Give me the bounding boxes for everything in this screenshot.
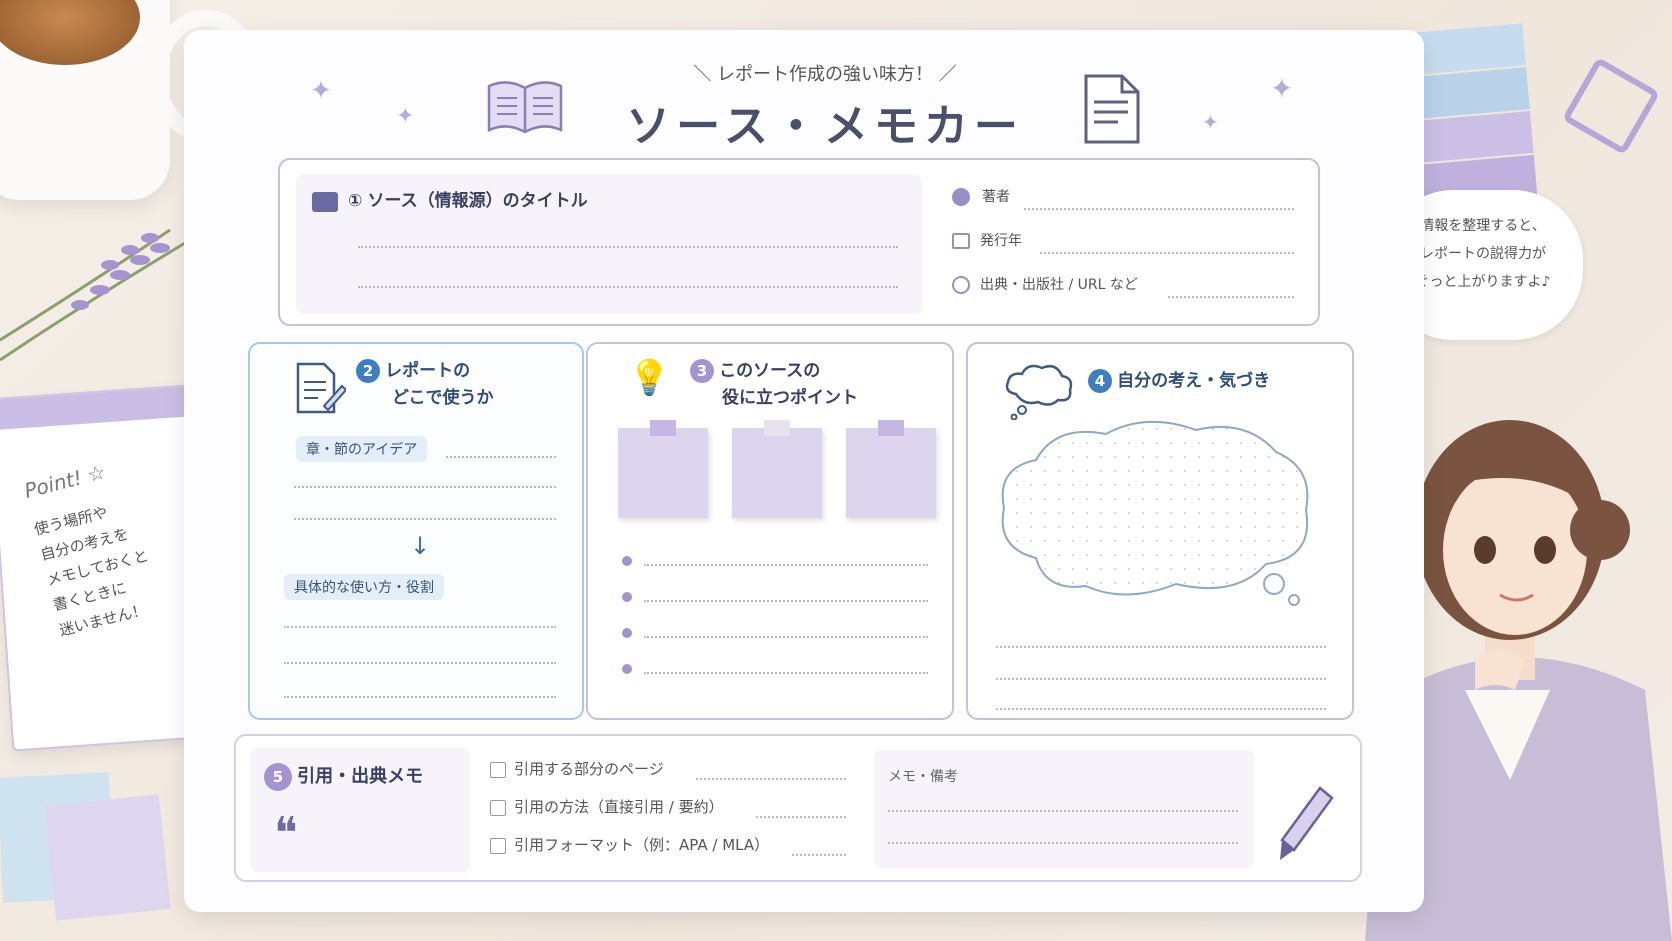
- format-line[interactable]: [792, 854, 846, 856]
- section2-label-line2: どこで使うか: [392, 388, 494, 408]
- method-line[interactable]: [756, 816, 846, 818]
- chapter-line-2[interactable]: [294, 486, 556, 488]
- sparkle-icon: ✦: [310, 76, 332, 106]
- sticky-note[interactable]: [732, 420, 822, 518]
- usage-line-3[interactable]: [284, 696, 556, 698]
- section5-num: 5: [264, 763, 292, 791]
- calendar-icon: [952, 232, 970, 249]
- usage-line-2[interactable]: [284, 662, 556, 664]
- publisher-field[interactable]: 出典・出版社 / URL など: [952, 274, 1302, 298]
- thought-line-3[interactable]: [996, 708, 1326, 710]
- sticky-note[interactable]: [846, 420, 936, 518]
- lightbulb-icon: 💡: [628, 358, 671, 398]
- section5-label: 引用・出典メモ: [297, 766, 424, 787]
- bullet: [622, 592, 632, 602]
- section3-heading: 3 このソースの 役に立つポイント: [690, 356, 858, 408]
- pen-icon: [1280, 786, 1334, 860]
- section5-heading: 5 引用・出典メモ: [264, 762, 423, 791]
- author-label: 著者: [982, 189, 1010, 205]
- sparkle-icon: ✦: [396, 104, 415, 129]
- checkbox[interactable]: [490, 761, 506, 778]
- sparkle-icon: ✦: [1270, 72, 1294, 105]
- section2-label-line1: レポートの: [385, 361, 471, 381]
- section1-num: ①: [348, 191, 363, 211]
- citation-heading-panel: 5 引用・出典メモ ❝: [250, 748, 470, 872]
- sticky-note-lilac: [44, 794, 171, 921]
- person-icon: [952, 187, 970, 206]
- section3-label-line1: このソースの: [719, 361, 821, 381]
- author-line: [1024, 208, 1294, 210]
- checkbox[interactable]: [490, 799, 506, 816]
- publisher-label: 出典・出版社 / URL など: [980, 277, 1138, 293]
- section2-heading: 2 レポートの どこで使うか: [356, 356, 494, 408]
- section-my-thoughts: 4 自分の考え・気づき: [966, 342, 1354, 720]
- section-useful-points: 💡 3 このソースの 役に立つポイント: [586, 342, 954, 720]
- check-format[interactable]: 引用フォーマット（例：APA / MLA）: [490, 834, 769, 855]
- year-label: 発行年: [980, 233, 1022, 249]
- tape: [878, 420, 904, 436]
- publisher-line: [1168, 296, 1294, 298]
- page-line[interactable]: [696, 778, 846, 780]
- point-line-4[interactable]: [644, 672, 928, 674]
- check-page[interactable]: 引用する部分のページ: [490, 758, 664, 779]
- section3-num: 3: [690, 359, 714, 383]
- author-field[interactable]: 著者: [952, 186, 1302, 210]
- point-line-1[interactable]: [644, 564, 928, 566]
- memo-line-1: [888, 810, 1238, 812]
- tape: [764, 420, 790, 436]
- checkbox[interactable]: [490, 837, 506, 854]
- title-line-1: [358, 246, 898, 248]
- usage-line-1[interactable]: [284, 626, 556, 628]
- open-book-icon: [487, 81, 563, 134]
- thought-cloud-area[interactable]: [996, 408, 1316, 608]
- section-citation-memo: 5 引用・出典メモ ❝ 引用する部分のページ 引用の方法（直接引用 / 要約） …: [234, 734, 1362, 882]
- usage-role-pill: 具体的な使い方・役割: [284, 574, 444, 600]
- point-line-3[interactable]: [644, 636, 928, 638]
- section4-label: 自分の考え・気づき: [1117, 371, 1271, 391]
- memo-line-2: [888, 842, 1238, 844]
- document-icon: [1084, 74, 1140, 144]
- globe-icon: [952, 275, 970, 294]
- chapter-line-1[interactable]: [446, 456, 556, 458]
- binder-clip-icon: [1561, 56, 1661, 156]
- bullet: [622, 664, 632, 674]
- memo-area[interactable]: メモ・備考: [874, 750, 1254, 868]
- book-icon: [312, 191, 338, 212]
- title-input-area[interactable]: ① ソース（情報源）のタイトル: [296, 174, 922, 314]
- check-label: 引用フォーマット（例：APA / MLA）: [514, 836, 770, 854]
- section1-label: ソース（情報源）のタイトル: [367, 191, 588, 211]
- section2-num: 2: [356, 359, 380, 383]
- point-line-2[interactable]: [644, 600, 928, 602]
- edit-document-icon: [296, 362, 346, 414]
- section3-label-line2: 役に立つポイント: [722, 388, 858, 408]
- section1-heading: ① ソース（情報源）のタイトル: [312, 186, 588, 212]
- thought-line-2[interactable]: [996, 678, 1326, 680]
- year-line: [1040, 252, 1294, 254]
- section4-heading: 4 自分の考え・気づき: [1088, 366, 1270, 393]
- thought-line-1[interactable]: [996, 646, 1326, 648]
- quote-icon: ❝: [274, 808, 298, 859]
- notebook-text: Point! ☆ 使う場所や 自分の考えを メモしておくと 書くときに 迷いませ…: [22, 453, 164, 643]
- check-label: 引用する部分のページ: [514, 760, 664, 778]
- section-where-to-use: 2 レポートの どこで使うか 章・節のアイデア ↓ 具体的な使い方・役割: [248, 342, 584, 720]
- check-method[interactable]: 引用の方法（直接引用 / 要約）: [490, 796, 724, 817]
- sticky-note[interactable]: [618, 420, 708, 518]
- sparkle-icon: ✦: [1202, 110, 1219, 134]
- bullet: [622, 556, 632, 566]
- header-subtitle: ＼ レポート作成の強い味方！ ／: [693, 64, 957, 85]
- chapter-idea-pill: 章・節のアイデア: [296, 436, 428, 462]
- bullet: [622, 628, 632, 638]
- arrow-down-icon: ↓: [410, 532, 431, 560]
- memo-label: メモ・備考: [888, 769, 958, 785]
- check-label: 引用の方法（直接引用 / 要約）: [514, 798, 724, 816]
- year-field[interactable]: 発行年: [952, 230, 1302, 254]
- lavender-illustration: [0, 228, 191, 362]
- section-source-title: ① ソース（情報源）のタイトル 著者 発行年 出典・出版社 / URL など: [278, 158, 1320, 326]
- chapter-line-3[interactable]: [294, 518, 556, 520]
- tape: [650, 420, 676, 436]
- section4-num: 4: [1088, 369, 1112, 393]
- title-line-2: [358, 286, 898, 288]
